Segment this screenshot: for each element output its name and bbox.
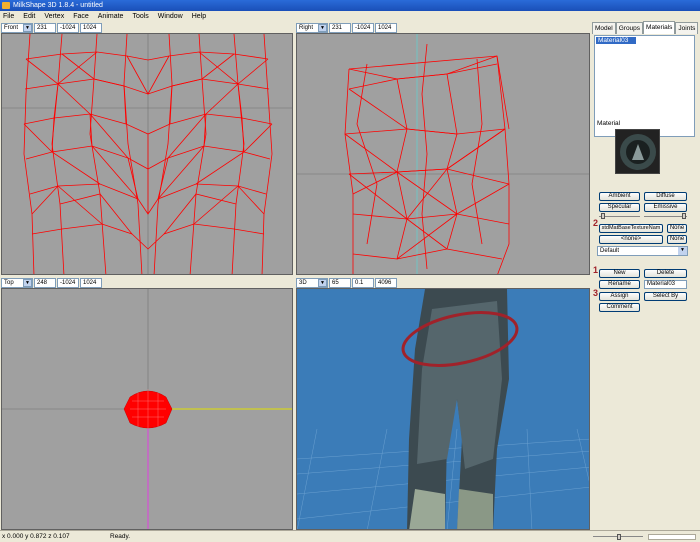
status-bar: x 0.000 y 0.872 z 0.107 Ready. (0, 530, 700, 542)
chevron-down-icon: ▼ (678, 247, 687, 255)
shininess-slider[interactable] (599, 213, 640, 219)
animation-frame-slider[interactable] (593, 534, 643, 540)
step-marker-1: 1 (593, 265, 599, 275)
materials-panel: Model Groups Materials Joints Material03… (591, 21, 700, 530)
texture-none-button[interactable]: None (667, 224, 687, 233)
new-button[interactable]: New (599, 269, 640, 278)
persp-render (297, 289, 589, 529)
top-viewport[interactable] (1, 288, 293, 530)
top-zoom-field[interactable]: 248 (34, 277, 56, 288)
diffuse-button[interactable]: Diffuse (644, 192, 687, 201)
chevron-down-icon: ▼ (23, 23, 32, 32)
persp-fov-field[interactable]: 65 (329, 277, 351, 288)
right-viewport-toolbar: Right ▼ 231 -1024 1024 (296, 22, 397, 33)
persp-view-select[interactable]: 3D ▼ (296, 277, 328, 288)
window-title: MilkShape 3D 1.8.4 - untitled (13, 2, 103, 9)
top-far-field[interactable]: 1024 (80, 277, 102, 288)
rename-button[interactable]: Rename (599, 280, 640, 289)
transparency-slider[interactable] (644, 213, 687, 219)
right-wireframe (297, 34, 589, 274)
app-icon (2, 2, 10, 9)
texture-button[interactable]: stdMatBaseTextureNam (599, 224, 663, 233)
title-bar: MilkShape 3D 1.8.4 - untitled (0, 0, 700, 11)
front-viewport[interactable] (1, 33, 293, 275)
menu-animate[interactable]: Animate (98, 13, 124, 20)
coordinate-readout: x 0.000 y 0.872 z 0.107 (2, 533, 70, 540)
status-text: Ready. (110, 533, 131, 540)
menu-face[interactable]: Face (73, 13, 89, 20)
right-zoom-field[interactable]: 231 (329, 22, 351, 33)
menu-vertex[interactable]: Vertex (44, 13, 64, 20)
material-mode-select[interactable]: Default ▼ (597, 246, 688, 256)
chevron-down-icon: ▼ (318, 23, 327, 32)
menu-help[interactable]: Help (192, 13, 206, 20)
menu-edit[interactable]: Edit (23, 13, 35, 20)
front-zoom-field[interactable]: 231 (34, 22, 56, 33)
emissive-button[interactable]: Emissive (644, 203, 687, 212)
material-name-field[interactable]: Material03 (644, 280, 687, 289)
right-far-field[interactable]: 1024 (375, 22, 397, 33)
chevron-down-icon: ▼ (318, 278, 327, 287)
front-viewport-toolbar: Front ▼ 231 -1024 1024 (1, 22, 102, 33)
persp-viewport-toolbar: 3D ▼ 65 0.1 4096 (296, 277, 397, 288)
panel-tabs: Model Groups Materials Joints (591, 21, 700, 34)
ambient-button[interactable]: Ambient (599, 192, 640, 201)
progress-bar (648, 534, 696, 540)
front-view-select[interactable]: Front ▼ (1, 22, 33, 33)
material-label: Material (597, 120, 621, 127)
tab-groups[interactable]: Groups (615, 22, 644, 34)
step-marker-3: 3 (593, 288, 599, 298)
front-far-field[interactable]: 1024 (80, 22, 102, 33)
front-wireframe (2, 34, 292, 274)
tab-joints[interactable]: Joints (675, 22, 699, 34)
tab-materials[interactable]: Materials (643, 21, 676, 34)
alpha-none-button[interactable]: None (667, 235, 687, 244)
top-near-field[interactable]: -1024 (57, 277, 79, 288)
assign-button[interactable]: Assign (599, 292, 640, 301)
persp-far-field[interactable]: 4096 (375, 277, 397, 288)
top-wireframe (2, 289, 292, 529)
material-preview (615, 129, 660, 174)
specular-button[interactable]: Specular (599, 203, 640, 212)
top-viewport-toolbar: Top ▼ 248 -1024 1024 (1, 277, 102, 288)
persp-viewport[interactable] (296, 288, 590, 530)
select-by-button[interactable]: Select By (644, 292, 687, 301)
tab-model[interactable]: Model (592, 22, 616, 34)
persp-near-field[interactable]: 0.1 (352, 277, 374, 288)
menu-file[interactable]: File (3, 13, 14, 20)
chevron-down-icon: ▼ (23, 278, 32, 287)
top-view-select[interactable]: Top ▼ (1, 277, 33, 288)
menu-window[interactable]: Window (158, 13, 183, 20)
step-marker-2: 2 (593, 218, 599, 228)
right-view-select[interactable]: Right ▼ (296, 22, 328, 33)
comment-button[interactable]: Comment (599, 303, 640, 312)
list-item[interactable]: Material03 (596, 37, 636, 44)
alpha-texture-button[interactable]: <none> (599, 235, 663, 244)
delete-button[interactable]: Delete (644, 269, 687, 278)
menu-bar: File Edit Vertex Face Animate Tools Wind… (0, 11, 700, 22)
front-near-field[interactable]: -1024 (57, 22, 79, 33)
right-viewport[interactable] (296, 33, 590, 275)
right-near-field[interactable]: -1024 (352, 22, 374, 33)
menu-tools[interactable]: Tools (132, 13, 148, 20)
